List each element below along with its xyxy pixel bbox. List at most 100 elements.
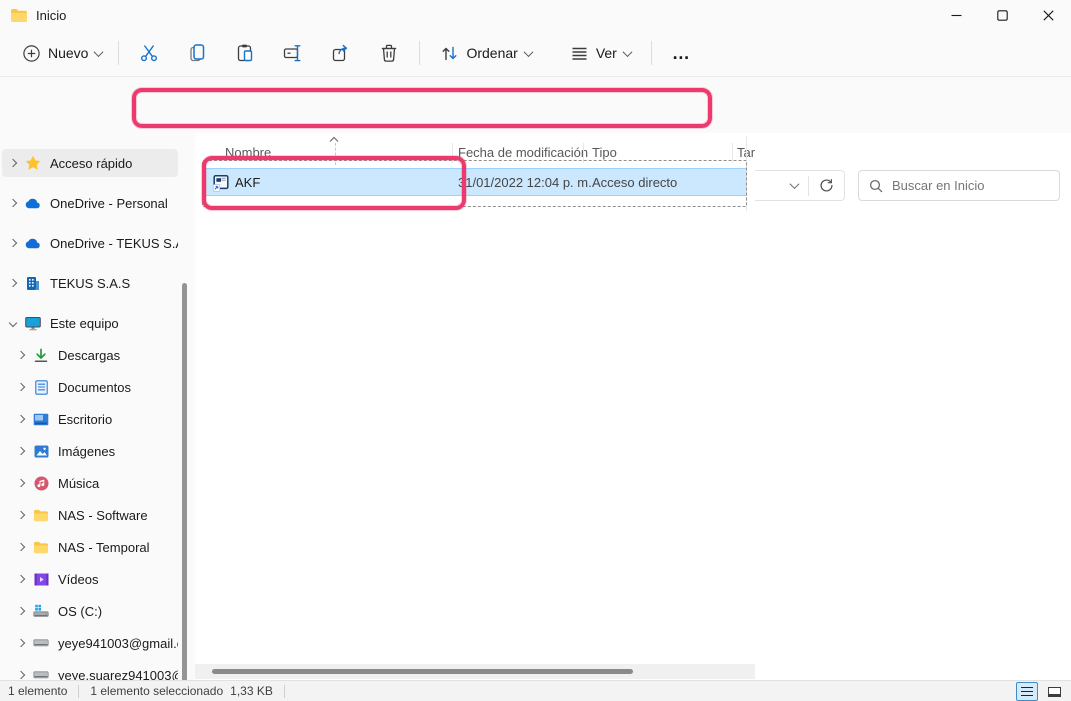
chevron-down-icon[interactable]	[9, 319, 17, 327]
chevron-down-icon	[523, 47, 533, 57]
minimize-button[interactable]	[933, 0, 979, 30]
sidebar-item-label: Documentos	[58, 380, 131, 395]
chevron-right-icon[interactable]	[17, 447, 25, 455]
chevron-right-icon[interactable]	[17, 607, 25, 615]
drive-icon	[33, 635, 49, 651]
more-options-button[interactable]: …	[662, 36, 701, 70]
maximize-button[interactable]	[979, 0, 1025, 30]
file-name: AKF	[235, 175, 260, 190]
status-bar: 1 elemento 1 elemento seleccionado 1,33 …	[0, 680, 1071, 701]
music-note-icon	[33, 475, 49, 491]
close-button[interactable]	[1025, 0, 1071, 30]
document-icon	[33, 379, 49, 395]
command-toolbar: Nuevo Ordenar	[0, 30, 1071, 77]
file-type: Acceso directo	[592, 175, 677, 190]
column-header-nombre[interactable]: Nombre	[225, 145, 271, 160]
new-button-label: Nuevo	[48, 45, 88, 61]
new-button[interactable]: Nuevo	[12, 36, 112, 70]
rename-icon	[283, 43, 303, 63]
sidebar-item-os-c[interactable]: OS (C:)	[2, 597, 178, 625]
sidebar-item-nas-software[interactable]: NAS - Software	[2, 501, 178, 529]
copy-icon	[187, 43, 207, 63]
sidebar-item-nas-temporal[interactable]: NAS - Temporal	[2, 533, 178, 561]
sidebar-item-descargas[interactable]: Descargas	[2, 341, 178, 369]
chevron-right-icon[interactable]	[9, 239, 17, 247]
sidebar-item-tekus[interactable]: TEKUS S.A.S	[2, 269, 178, 297]
chevron-right-icon[interactable]	[17, 511, 25, 519]
refresh-button[interactable]	[819, 178, 834, 193]
sidebar-item-escritorio[interactable]: Escritorio	[2, 405, 178, 433]
video-icon	[33, 571, 49, 587]
sidebar-item-documentos[interactable]: Documentos	[2, 373, 178, 401]
share-button[interactable]	[317, 36, 365, 70]
desktop-icon	[33, 411, 49, 427]
chevron-right-icon[interactable]	[17, 639, 25, 647]
chevron-right-icon[interactable]	[17, 543, 25, 551]
ellipsis-icon: …	[672, 43, 691, 64]
details-view-button[interactable]	[1016, 682, 1038, 701]
view-button[interactable]: Ver	[560, 36, 641, 70]
sidebar-item-drive-yeye-suarez[interactable]: yeye.suarez941003@gmail.com	[2, 661, 178, 680]
pictures-icon	[33, 443, 49, 459]
folder-icon	[33, 539, 49, 555]
sidebar-item-label: Vídeos	[58, 572, 98, 587]
shortcut-file-icon	[212, 174, 230, 192]
search-box[interactable]	[858, 170, 1060, 201]
chevron-down-icon	[622, 47, 632, 57]
sidebar-scrollbar[interactable]	[182, 283, 187, 680]
chevron-right-icon[interactable]	[17, 575, 25, 583]
delete-button[interactable]	[365, 36, 413, 70]
sidebar-item-label: OneDrive - TEKUS S.A.S	[50, 236, 178, 251]
status-divider	[78, 685, 79, 698]
selection-count: 1 elemento seleccionado	[90, 684, 223, 698]
sidebar-item-onedrive-personal[interactable]: OneDrive - Personal	[2, 189, 178, 217]
chevron-right-icon[interactable]	[9, 279, 17, 287]
download-arrow-icon	[33, 347, 49, 363]
chevron-right-icon[interactable]	[9, 159, 17, 167]
os-drive-icon	[33, 603, 49, 619]
sidebar-item-este-equipo[interactable]: Este equipo	[2, 309, 178, 337]
chevron-right-icon[interactable]	[9, 199, 17, 207]
paste-button[interactable]	[221, 36, 269, 70]
rename-button[interactable]	[269, 36, 317, 70]
toolbar-divider	[419, 41, 420, 65]
sidebar-item-acceso-rapido[interactable]: Acceso rápido	[2, 149, 178, 177]
icons-view-button[interactable]	[1043, 682, 1065, 701]
sidebar-item-musica[interactable]: Música	[2, 469, 178, 497]
folder-icon	[10, 7, 28, 23]
copy-button[interactable]	[173, 36, 221, 70]
address-dropdown-chevron[interactable]	[790, 179, 800, 189]
sidebar-item-imagenes[interactable]: Imágenes	[2, 437, 178, 465]
list-lines-icon	[570, 44, 589, 63]
sidebar-item-label: OS (C:)	[58, 604, 102, 619]
sidebar-item-drive-yeye941003[interactable]: yeye941003@gmail.com	[2, 629, 178, 657]
magnifier-icon	[869, 179, 883, 193]
toolbar-divider	[118, 41, 119, 65]
sidebar-item-videos[interactable]: Vídeos	[2, 565, 178, 593]
paste-icon	[235, 43, 255, 63]
chevron-right-icon[interactable]	[17, 351, 25, 359]
column-header-fecha[interactable]: Fecha de modificación	[458, 145, 588, 160]
horizontal-scrollbar-thumb[interactable]	[212, 669, 633, 674]
sidebar-item-label: Acceso rápido	[50, 156, 132, 171]
details-view-icon	[1021, 687, 1033, 696]
sidebar-item-label: Descargas	[58, 348, 120, 363]
plus-circle-icon	[22, 44, 41, 63]
column-header-tipo[interactable]: Tipo	[592, 145, 617, 160]
cut-button[interactable]	[125, 36, 173, 70]
title-bar: Inicio	[0, 0, 1071, 30]
sort-button[interactable]: Ordenar	[430, 36, 541, 70]
sidebar-item-onedrive-tekus[interactable]: OneDrive - TEKUS S.A.S	[2, 229, 178, 257]
chevron-right-icon[interactable]	[17, 415, 25, 423]
sidebar-item-label: TEKUS S.A.S	[50, 276, 130, 291]
chevron-right-icon[interactable]	[17, 479, 25, 487]
icons-view-icon	[1048, 687, 1061, 697]
search-input[interactable]	[892, 178, 1042, 193]
file-row-akf[interactable]: AKF 31/01/2022 12:04 p. m. Acceso direct…	[203, 168, 746, 196]
horizontal-scrollbar[interactable]	[195, 664, 755, 679]
chevron-right-icon[interactable]	[17, 671, 25, 679]
navigation-sidebar: Acceso rápido OneDrive - Personal OneDri…	[0, 133, 195, 680]
chevron-right-icon[interactable]	[17, 383, 25, 391]
onedrive-cloud-icon	[25, 195, 41, 211]
sidebar-item-label: Imágenes	[58, 444, 115, 459]
